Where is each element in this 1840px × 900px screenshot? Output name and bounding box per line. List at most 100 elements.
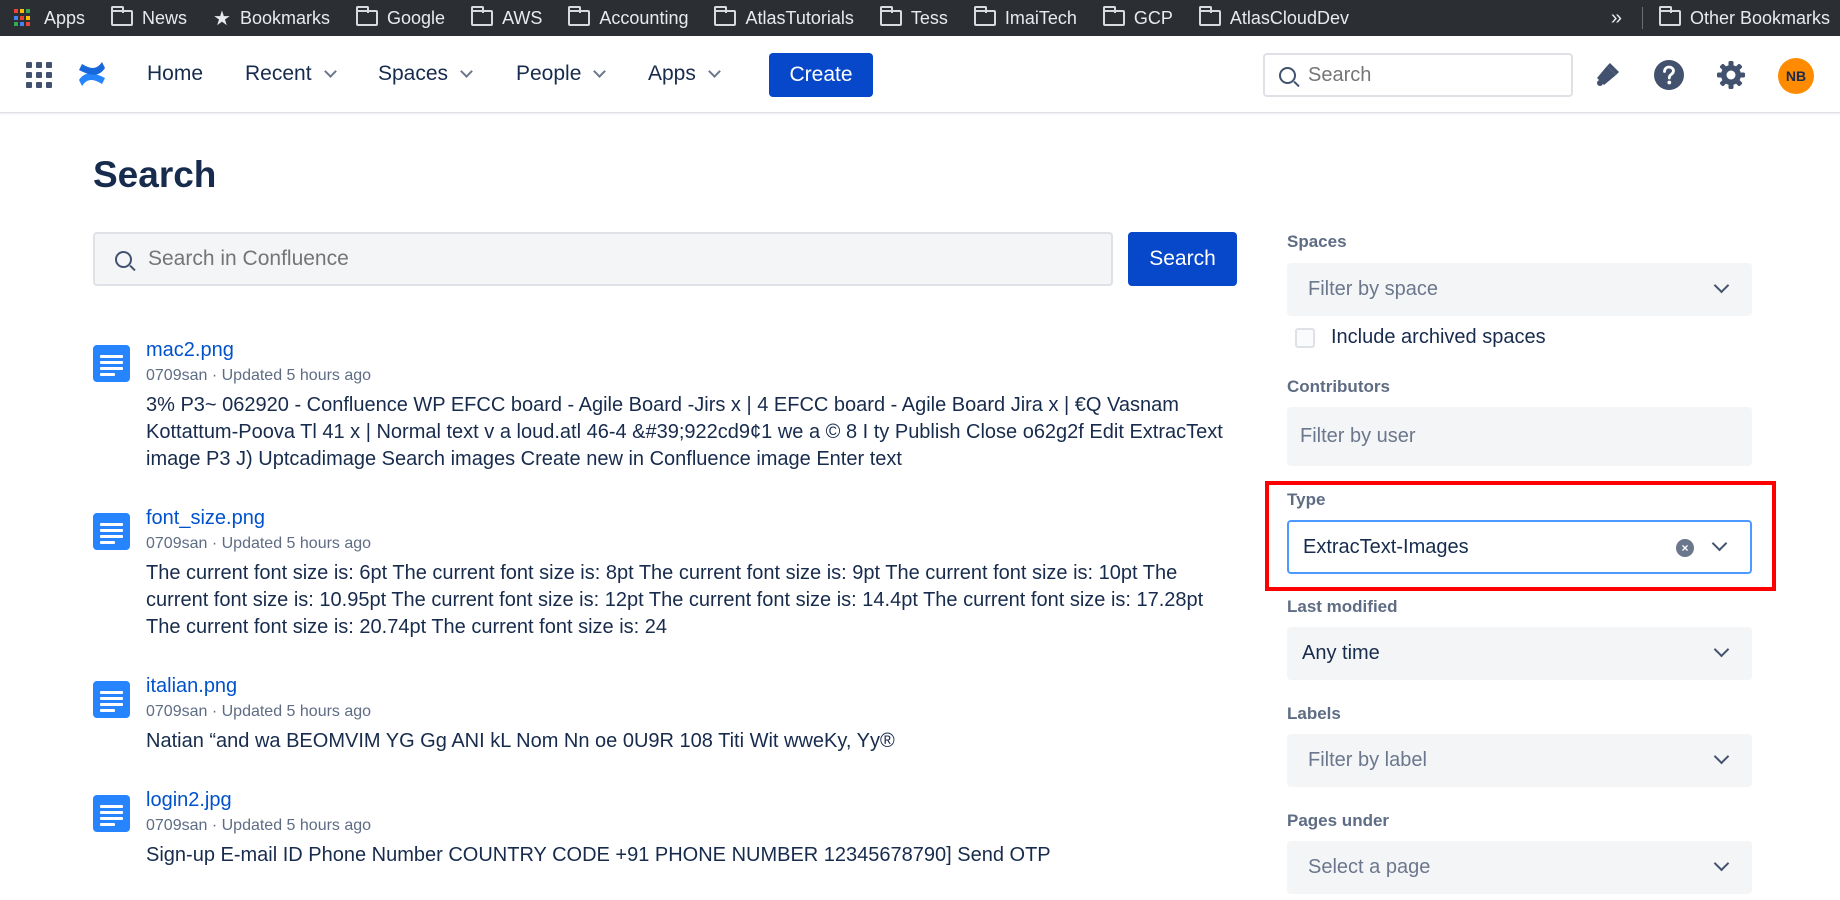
nav-home[interactable]: Home [147,62,203,86]
bookmark-label: Tess [910,7,948,28]
app-switcher-icon[interactable] [26,62,52,88]
result-title-link[interactable]: font_size.png [146,507,265,530]
nav-people-label: People [516,62,582,85]
search-result: font_size.png 0709san · Updated 5 hours … [93,507,1243,643]
folder-icon [714,6,737,26]
bookmark-label: GCP [1133,7,1173,28]
bookmark-atlasclouddev[interactable]: AtlasCloudDev [1198,6,1349,29]
bookmark-label: Bookmarks [239,7,331,28]
chevron-down-icon [708,64,721,78]
result-title-link[interactable]: mac2.png [146,339,234,362]
folder-icon [471,6,494,26]
page-title: Search [93,154,217,195]
search-result: login2.jpg 0709san · Updated 5 hours ago… [93,789,1243,875]
bookmarks-right: » Other Bookmarks [1611,0,1840,36]
result-meta: 0709san · Updated 5 hours ago [146,817,372,834]
user-avatar[interactable]: NB [1778,58,1814,94]
apps-grid-icon [14,9,32,27]
result-title-link[interactable]: italian.png [146,675,237,698]
nav-recent[interactable]: Recent [245,62,337,86]
page-document-icon [93,795,130,832]
bookmark-label: AtlasCloudDev [1229,7,1349,28]
folder-icon [973,6,996,26]
bookmark-label: AWS [502,7,543,28]
confluence-search-box[interactable] [93,232,1113,286]
bookmark-accounting[interactable]: Accounting [568,6,689,29]
search-result: mac2.png 0709san · Updated 5 hours ago 3… [93,339,1243,475]
bookmark-label: Accounting [599,7,689,28]
include-archived-row[interactable]: Include archived spaces [1295,326,1546,349]
result-meta: 0709san · Updated 5 hours ago [146,367,372,384]
result-meta: 0709san · Updated 5 hours ago [146,535,372,552]
bookmark-label: ImaiTech [1004,7,1077,28]
bookmark-news[interactable]: News [111,6,188,29]
confluence-search-input[interactable] [148,247,1088,271]
bookmark-label: Google [387,7,446,28]
chevron-down-icon [460,64,473,78]
bookmark-aws[interactable]: AWS [471,6,543,29]
settings-gear-icon[interactable] [1714,58,1748,92]
bookmark-label: Other Bookmarks [1689,7,1830,28]
notifications-megaphone-icon[interactable] [1590,58,1624,92]
labels-filter-placeholder: Filter by label [1308,749,1427,771]
spaces-filter-placeholder: Filter by space [1308,278,1439,300]
contributors-filter-input[interactable]: Filter by user [1287,407,1752,466]
create-button[interactable]: Create [769,53,873,97]
last-modified-filter-select[interactable]: Any time [1287,627,1752,680]
bookmark-atlastutorials[interactable]: AtlasTutorials [714,6,854,29]
result-meta: 0709san · Updated 5 hours ago [146,703,372,720]
pages-under-filter-select[interactable]: Select a page [1287,841,1752,894]
spaces-filter-label: Spaces [1287,232,1347,251]
clear-icon[interactable]: × [1676,539,1694,557]
star-icon: ★ [213,7,231,30]
confluence-logo-icon[interactable] [76,58,108,90]
search-icon [115,250,132,268]
bookmark-label: News [142,7,188,28]
result-snippet: The current font size is: 6pt The curren… [146,562,1204,638]
pages-under-filter-label: Pages under [1287,811,1390,830]
spaces-filter-select[interactable]: Filter by space [1287,263,1752,316]
contributors-filter-label: Contributors [1287,377,1390,396]
contributors-filter-placeholder: Filter by user [1300,425,1416,447]
folder-icon [1658,6,1681,26]
bookmarks-divider [1641,7,1643,29]
top-search-box[interactable] [1263,53,1573,97]
nav-apps[interactable]: Apps [648,62,721,86]
result-snippet: 3% P3~ 062920 - Confluence WP EFCC board… [146,394,1223,470]
page-document-icon [93,681,130,718]
labels-filter-label: Labels [1287,704,1341,723]
nav-spaces-label: Spaces [378,62,449,85]
type-filter-value: ExtracText-Images [1303,535,1469,558]
folder-icon [111,6,134,26]
result-title-link[interactable]: login2.jpg [146,789,232,812]
labels-filter-select[interactable]: Filter by label [1287,734,1752,787]
bookmark-label: Apps [44,7,86,28]
include-archived-checkbox[interactable] [1295,327,1315,348]
chevron-down-icon [1711,535,1728,552]
type-filter-label: Type [1287,490,1326,509]
bookmark-tess[interactable]: Tess [879,6,948,29]
bookmark-imaitech[interactable]: ImaiTech [973,6,1077,29]
top-navigation: Home Recent Spaces People Apps Create Se… [0,36,1840,113]
pages-under-filter-placeholder: Select a page [1308,856,1431,878]
nav-spaces[interactable]: Spaces [378,62,473,86]
bookmark-apps[interactable]: Apps [14,8,85,29]
folder-icon [568,6,591,26]
bookmark-other[interactable]: Other Bookmarks [1658,6,1830,29]
result-snippet: Sign-up E-mail ID Phone Number COUNTRY C… [146,844,1051,866]
nav-people[interactable]: People [516,62,607,86]
bookmark-bookmarks[interactable]: ★ Bookmarks [213,6,330,31]
type-filter-select[interactable]: ExtracText-Images × [1287,520,1752,574]
chevron-down-icon [1713,748,1730,765]
bookmark-label: AtlasTutorials [745,7,854,28]
folder-icon [1102,6,1125,26]
search-button[interactable]: Search [1128,232,1237,286]
include-archived-label: Include archived spaces [1331,326,1546,348]
more-bookmarks-icon[interactable]: » [1611,7,1622,30]
bookmark-google[interactable]: Google [356,6,446,29]
bookmark-gcp[interactable]: GCP [1102,6,1173,29]
chevron-down-icon [1713,855,1730,872]
result-snippet: Natian “and wa BEOMVIM YG Gg ANI kL Nom … [146,730,895,752]
top-search-input[interactable] [1308,63,1548,87]
help-icon[interactable] [1652,58,1686,92]
